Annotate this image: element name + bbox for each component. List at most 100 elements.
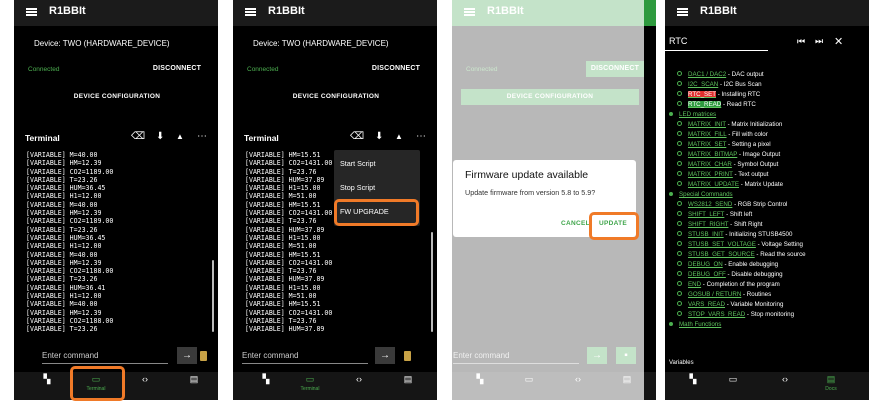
arrow-up-icon[interactable]: ▲ (176, 132, 184, 141)
doc-link[interactable]: MATRIX_BITMAP (688, 151, 737, 158)
scrollbar[interactable] (211, 260, 214, 332)
clear-icon[interactable] (404, 351, 411, 361)
more-icon[interactable]: ⋯ (416, 131, 426, 142)
nav-docs-icon[interactable]: ▤ (385, 374, 431, 398)
nav-dashboard-icon[interactable]: ▚ (24, 374, 70, 398)
doc-list-item[interactable]: MATRIX_PRINT - Text output (667, 170, 849, 180)
doc-list-item[interactable]: RTC_READ - Read RTC (667, 100, 849, 110)
search-value: RTC (669, 36, 688, 46)
doc-list-item[interactable]: STUSB_SET_VOLTAGE - Voltage Setting (667, 240, 849, 250)
nav-code-icon[interactable]: ‹› (762, 374, 808, 398)
search-input[interactable]: RTC (664, 30, 768, 51)
doc-link[interactable]: MATRIX_UPDATE (688, 181, 739, 188)
doc-list-item[interactable]: STOP_VARS_READ - Stop monitoring (667, 310, 849, 320)
nav-docs-icon[interactable]: ▤ (171, 374, 217, 398)
device-configuration-button[interactable]: DEVICE CONFIGURATION (247, 89, 425, 105)
terminal-line: [VARIABLE] HUM=37.89 (245, 275, 325, 284)
disconnect-button[interactable]: DISCONNECT (367, 61, 425, 77)
doc-description: - Installing RTC (715, 91, 761, 98)
arrow-up-icon[interactable]: ▲ (395, 132, 403, 141)
item-bullet-icon (677, 251, 682, 256)
doc-list-item[interactable]: DEBUG_OFF - Disable debugging (667, 270, 849, 280)
doc-list-item[interactable]: Math Functions (667, 320, 849, 330)
doc-link[interactable]: DEBUG_ON (688, 261, 723, 268)
doc-list-item[interactable]: DAC1 / DAC2 - DAC output (667, 70, 849, 80)
nav-code-icon[interactable]: ‹› (336, 374, 382, 398)
backspace-icon[interactable]: ⌫ (131, 131, 145, 142)
command-input[interactable]: Enter command (42, 349, 168, 364)
doc-list-item[interactable]: STUSB_GET_SOURCE - Read the source (667, 250, 849, 260)
nav-code-icon[interactable]: ‹› (122, 374, 168, 398)
command-input[interactable]: Enter command (242, 349, 368, 364)
menu-start-script[interactable]: Start Script (340, 159, 376, 168)
doc-list-item[interactable]: RTC_SET - Installing RTC (667, 90, 849, 100)
doc-link[interactable]: END (688, 281, 701, 288)
nav-docs[interactable]: ▤ Docs (808, 374, 854, 398)
menu-icon[interactable] (245, 8, 256, 16)
backspace-icon[interactable]: ⌫ (350, 131, 364, 142)
doc-list-item[interactable]: MATRIX_CHAR - Symbol Output (667, 160, 849, 170)
doc-list-item[interactable]: GOSUB / RETURN - Routines (667, 290, 849, 300)
doc-list-item[interactable]: STUSB_INIT - Initializing STUSB4500 (667, 230, 849, 240)
nav-dashboard-icon[interactable]: ▚ (243, 374, 289, 398)
app-title: R1BBIt (268, 5, 305, 17)
arrow-down-icon[interactable]: ⬇ (156, 131, 164, 142)
doc-list-item[interactable]: I2C_SCAN - I2C Bus Scan (667, 80, 849, 90)
doc-list-item[interactable]: WS2812_SEND - RGB Strip Control (667, 200, 849, 210)
doc-list-item[interactable]: MATRIX_UPDATE - Matrix Update (667, 180, 849, 190)
section-bullet-icon (669, 112, 673, 116)
doc-link[interactable]: Math Functions (679, 321, 721, 328)
next-result-icon[interactable]: ⏭ (815, 36, 823, 47)
menu-stop-script[interactable]: Stop Script (340, 183, 375, 192)
disconnect-button[interactable]: DISCONNECT (148, 61, 206, 77)
doc-link[interactable]: GOSUB / RETURN (688, 291, 741, 298)
doc-link[interactable]: SHIFT_LEFT (688, 211, 724, 218)
send-button[interactable]: → (177, 347, 197, 364)
doc-description: - Voltage Setting (755, 241, 803, 248)
scrollbar[interactable] (430, 232, 433, 332)
doc-list-item[interactable]: Special Commands (667, 190, 849, 200)
doc-link[interactable]: MATRIX_CHAR (688, 161, 732, 168)
doc-link[interactable]: MATRIX_INIT (688, 121, 726, 128)
cancel-button[interactable]: CANCEL (561, 220, 590, 227)
doc-link[interactable]: DAC1 / DAC2 (688, 71, 726, 78)
doc-list-item[interactable]: SHIFT_LEFT - Shift left (667, 210, 849, 220)
doc-link[interactable]: MATRIX_PRINT (688, 171, 733, 178)
doc-link[interactable]: DEBUG_OFF (688, 271, 726, 278)
nav-terminal-icon[interactable]: ▭ (710, 374, 756, 398)
doc-link[interactable]: RTC_READ (688, 101, 722, 108)
menu-icon[interactable] (677, 8, 688, 16)
close-icon[interactable]: ✕ (834, 35, 843, 48)
menu-icon[interactable] (26, 8, 37, 16)
nav-terminal[interactable]: ▭ Terminal (287, 374, 333, 398)
doc-list-item[interactable]: DEBUG_ON - Enable debugging (667, 260, 849, 270)
more-icon[interactable]: ⋯ (197, 131, 207, 142)
doc-list-item[interactable]: MATRIX_BITMAP - Image Output (667, 150, 849, 160)
doc-link[interactable]: MATRIX_FILL (688, 131, 727, 138)
send-button[interactable]: → (375, 347, 395, 364)
doc-link[interactable]: WS2812_SEND (688, 201, 732, 208)
doc-link[interactable]: LED matrices (679, 111, 716, 118)
doc-link[interactable]: RTC_SET (688, 91, 716, 98)
doc-description: - Disable debugging (725, 271, 783, 278)
doc-list-item[interactable]: MATRIX_INIT - Matrix Initialization (667, 120, 849, 130)
doc-list-item[interactable]: MATRIX_FILL - Fill with color (667, 130, 849, 140)
prev-result-icon[interactable]: ⏮ (797, 36, 805, 47)
doc-link[interactable]: STUSB_SET_VOLTAGE (688, 241, 756, 248)
doc-list-item[interactable]: MATRIX_SET - Setting a pixel (667, 140, 849, 150)
doc-link[interactable]: STUSB_GET_SOURCE (688, 251, 755, 258)
doc-link[interactable]: STOP_VARS_READ (688, 311, 745, 318)
doc-link[interactable]: VARS_READ (688, 301, 725, 308)
device-configuration-button[interactable]: DEVICE CONFIGURATION (28, 89, 206, 105)
doc-list-item[interactable]: LED matrices (667, 110, 849, 120)
doc-list-item[interactable]: END - Completion of the program (667, 280, 849, 290)
doc-link[interactable]: STUSB_INIT (688, 231, 724, 238)
doc-list-item[interactable]: SHIFT_RIGHT - Shift Right (667, 220, 849, 230)
doc-link[interactable]: MATRIX_SET (688, 141, 726, 148)
doc-link[interactable]: I2C_SCAN (688, 81, 718, 88)
doc-link[interactable]: SHIFT_RIGHT (688, 221, 728, 228)
clear-icon[interactable] (200, 351, 207, 361)
arrow-down-icon[interactable]: ⬇ (375, 131, 383, 142)
doc-list-item[interactable]: VARS_READ - Variable Monitoring (667, 300, 849, 310)
doc-link[interactable]: Special Commands (679, 191, 733, 198)
